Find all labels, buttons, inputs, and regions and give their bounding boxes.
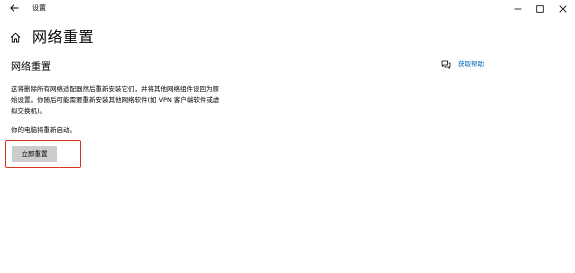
description-line: 这将删除所有网络适配器然后重新安装它们，并将其他网络组件设回为原	[11, 85, 219, 93]
close-button[interactable]	[551, 0, 575, 17]
minimize-button[interactable]	[506, 0, 530, 17]
get-help-label: 获取帮助	[458, 60, 484, 68]
chat-help-icon	[441, 60, 451, 69]
reset-now-button[interactable]: 立即重置	[12, 146, 57, 162]
back-arrow-icon	[9, 4, 18, 12]
get-help-link[interactable]: 获取帮助	[441, 59, 484, 69]
minimize-icon	[514, 8, 522, 9]
settings-window: 设置 网络重置 网络重置 这将删除所有网络适配器然后重新安装它们，并将其他网络组…	[0, 0, 575, 273]
description-line: 始设置。你随后可能需要重新安装其他网络软件(如 VPN 客户端软件或虚	[11, 96, 220, 104]
maximize-icon	[536, 4, 544, 13]
page-header: 网络重置	[8, 27, 94, 47]
app-title: 设置	[32, 4, 46, 12]
back-button[interactable]	[6, 1, 22, 15]
section-heading: 网络重置	[11, 62, 51, 73]
description-line: 拟交换机)。	[11, 107, 47, 115]
restart-note: 你的电脑将重新启动。	[11, 126, 76, 134]
home-button[interactable]	[8, 30, 22, 44]
home-icon	[10, 32, 20, 42]
maximize-button[interactable]	[528, 0, 552, 17]
close-icon	[559, 4, 567, 13]
reset-description: 这将删除所有网络适配器然后重新安装它们，并将其他网络组件设回为原 始设置。你随后…	[11, 84, 243, 117]
page-title: 网络重置	[32, 28, 95, 46]
title-bar: 设置	[0, 0, 575, 17]
